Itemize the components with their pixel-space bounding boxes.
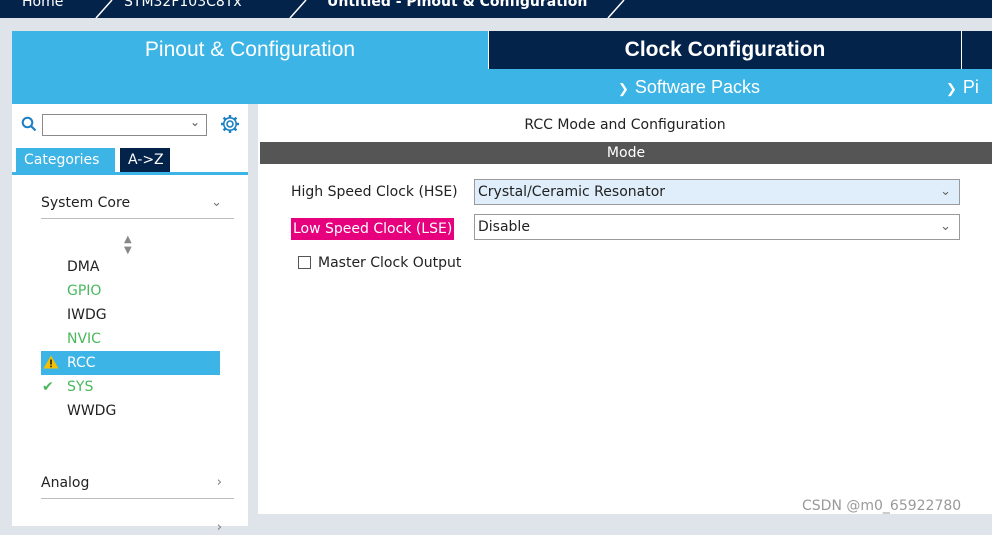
breadcrumb-home[interactable]: Home [22,0,63,10]
mco-label: Master Clock Output [318,255,462,271]
search-input[interactable]: ⌄ [42,114,207,136]
lse-label: Low Speed Clock (LSE) [291,218,455,240]
chevron-down-icon[interactable]: ⌄ [940,180,951,204]
breadcrumb-separator-icon [607,0,625,18]
watermark: CSDN @m0_65922780 [802,498,962,514]
warning-icon [43,351,59,375]
chevron-right-icon: › [216,475,222,490]
pinout-menu[interactable]: ❯ Pi [946,77,979,98]
list-item-dma[interactable]: DMA [12,255,248,279]
mco-checkbox[interactable] [298,256,311,269]
panel-title: RCC Mode and Configuration [524,117,726,133]
list-item-gpio[interactable]: GPIO [12,279,248,303]
hse-label: High Speed Clock (HSE) [291,184,458,200]
pinout-menu-label: Pi [962,77,979,97]
sort-icon[interactable]: ▲ ▼ [124,234,132,256]
hse-select-value: Crystal/Ceramic Resonator [478,184,666,200]
group-analog[interactable]: Analog › [41,475,234,499]
group-analog-label: Analog [41,475,90,491]
tab-clock-configuration[interactable]: Clock Configuration [488,31,961,69]
gear-icon[interactable] [220,114,240,134]
breadcrumb-device[interactable]: STM32F103C8Tx [124,0,242,10]
tab-a-to-z[interactable]: A->Z [120,148,170,172]
lse-select-value: Disable [478,219,530,235]
search-icon[interactable] [21,116,37,132]
breadcrumb-current: Untitled - Pinout & Configuration [327,0,588,10]
software-packs-menu[interactable]: ❯ Software Packs [618,77,760,98]
checkmark-icon: ✔ [42,379,54,395]
panel-bottom-border [258,514,992,526]
breadcrumb: Home STM32F103C8Tx Untitled - Pinout & C… [0,0,992,18]
peripheral-list: DMA GPIO IWDG NVIC RCC ✔ SYS WWDG [12,255,248,423]
main-tabs: Pinout & Configuration Clock Configurati… [12,31,992,69]
chevron-down-icon: ❯ [946,81,957,96]
list-item-wwdg[interactable]: WWDG [12,399,248,423]
breadcrumb-separator-icon [95,0,113,18]
hse-select[interactable]: Crystal/Ceramic Resonator ⌄ [474,179,960,205]
group-system-core-label: System Core [41,195,131,211]
mode-section-header[interactable]: Mode [260,142,992,164]
breadcrumb-separator-icon [289,0,307,18]
list-item-iwdg[interactable]: IWDG [12,303,248,327]
list-item-sys[interactable]: ✔ SYS [12,375,248,399]
group-system-core[interactable]: System Core ⌄ [41,195,234,219]
chevron-right-icon: › [216,520,222,535]
sub-toolbar: ❯ Software Packs ❯ Pi [12,69,992,104]
mco-checkbox-row[interactable]: Master Clock Output [298,255,461,271]
lse-select[interactable]: Disable ⌄ [474,214,960,240]
software-packs-label: Software Packs [634,77,760,97]
tab-overflow[interactable] [961,31,992,69]
chevron-down-icon[interactable]: ⌄ [940,215,951,239]
list-item-rcc[interactable]: RCC [41,351,220,375]
left-panel: ⌄ Categories A->Z System Core ⌄ ▲ ▼ DMA G… [12,104,248,535]
chevron-down-icon: ❯ [618,81,629,96]
rcc-config-panel: RCC Mode and Configuration Mode High Spe… [258,104,992,514]
tab-pinout-configuration[interactable]: Pinout & Configuration [12,31,488,69]
category-tab-underline [12,172,248,175]
list-item-nvic[interactable]: NVIC [12,327,248,351]
chevron-down-icon: ⌄ [211,195,222,210]
tab-categories[interactable]: Categories [16,148,115,172]
group-next-partial[interactable]: › [41,516,234,535]
chevron-down-icon[interactable]: ⌄ [190,115,200,129]
